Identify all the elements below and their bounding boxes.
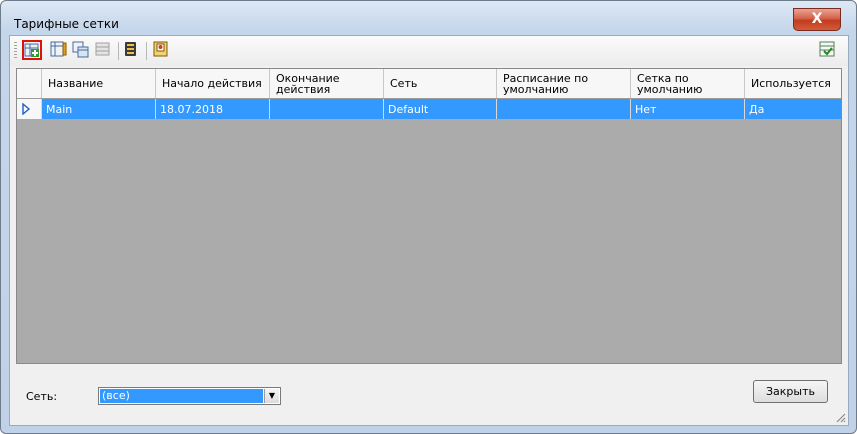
edit-grid-icon bbox=[50, 41, 67, 57]
card-icon bbox=[153, 41, 168, 57]
tariff-grids-window: Тарифные сетки X Название Начало действи… bbox=[0, 0, 857, 434]
cell-network[interactable]: Default bbox=[384, 99, 497, 119]
delete-grid-icon bbox=[95, 42, 110, 56]
network-select-value[interactable]: (все) bbox=[100, 389, 263, 403]
delete-grid-button[interactable] bbox=[94, 40, 114, 60]
add-grid-icon bbox=[24, 43, 39, 57]
cell-default-grid[interactable]: Нет bbox=[631, 99, 745, 119]
cell-used[interactable]: Да bbox=[745, 99, 841, 119]
resize-grip-icon[interactable] bbox=[834, 411, 846, 423]
copy-grid-icon bbox=[72, 41, 89, 58]
toolbar-grip[interactable] bbox=[14, 42, 17, 60]
table-header: Название Начало действия Окончание дейст… bbox=[17, 69, 841, 99]
row-pointer-icon bbox=[22, 103, 31, 115]
cell-end-date[interactable] bbox=[270, 99, 384, 119]
column-header-start-date[interactable]: Начало действия bbox=[156, 69, 270, 98]
column-header-end-date[interactable]: Окончание действия bbox=[270, 69, 384, 98]
toolbar bbox=[10, 36, 848, 66]
cell-name[interactable]: Main bbox=[42, 99, 156, 119]
column-header-default-grid[interactable]: Сетка по умолчанию bbox=[631, 69, 745, 98]
card-button[interactable] bbox=[152, 40, 172, 60]
table-row[interactable]: Main 18.07.2018 Default Нет Да bbox=[17, 99, 841, 119]
column-header-used[interactable]: Используется bbox=[745, 69, 841, 98]
edit-grid-button[interactable] bbox=[50, 40, 70, 60]
cell-default-schedule[interactable] bbox=[497, 99, 631, 119]
barcode-button[interactable] bbox=[122, 40, 142, 60]
row-header-corner bbox=[17, 69, 42, 98]
barcode-icon bbox=[125, 42, 136, 56]
chevron-down-icon[interactable]: ▼ bbox=[264, 389, 279, 403]
network-select[interactable]: (все) ▼ bbox=[98, 387, 281, 405]
window-client-area: Название Начало действия Окончание дейст… bbox=[9, 35, 849, 426]
column-header-name[interactable]: Название bbox=[42, 69, 156, 98]
network-label: Сеть: bbox=[26, 390, 58, 403]
row-selector[interactable] bbox=[17, 99, 42, 119]
column-header-default-schedule[interactable]: Расписание по умолчанию bbox=[497, 69, 631, 98]
column-header-network[interactable]: Сеть bbox=[384, 69, 497, 98]
window-close-button[interactable]: X bbox=[793, 8, 841, 31]
toolbar-separator bbox=[146, 42, 147, 60]
tariff-grids-table[interactable]: Название Начало действия Окончание дейст… bbox=[16, 68, 842, 364]
add-grid-button[interactable] bbox=[22, 40, 42, 60]
export-button[interactable] bbox=[818, 40, 838, 60]
close-button[interactable]: Закрыть bbox=[753, 380, 828, 403]
window-title: Тарифные сетки bbox=[14, 17, 119, 31]
cell-start-date[interactable]: 18.07.2018 bbox=[156, 99, 270, 119]
toolbar-separator bbox=[118, 42, 119, 60]
copy-grid-button[interactable] bbox=[72, 40, 92, 60]
export-excel-icon bbox=[819, 41, 835, 57]
